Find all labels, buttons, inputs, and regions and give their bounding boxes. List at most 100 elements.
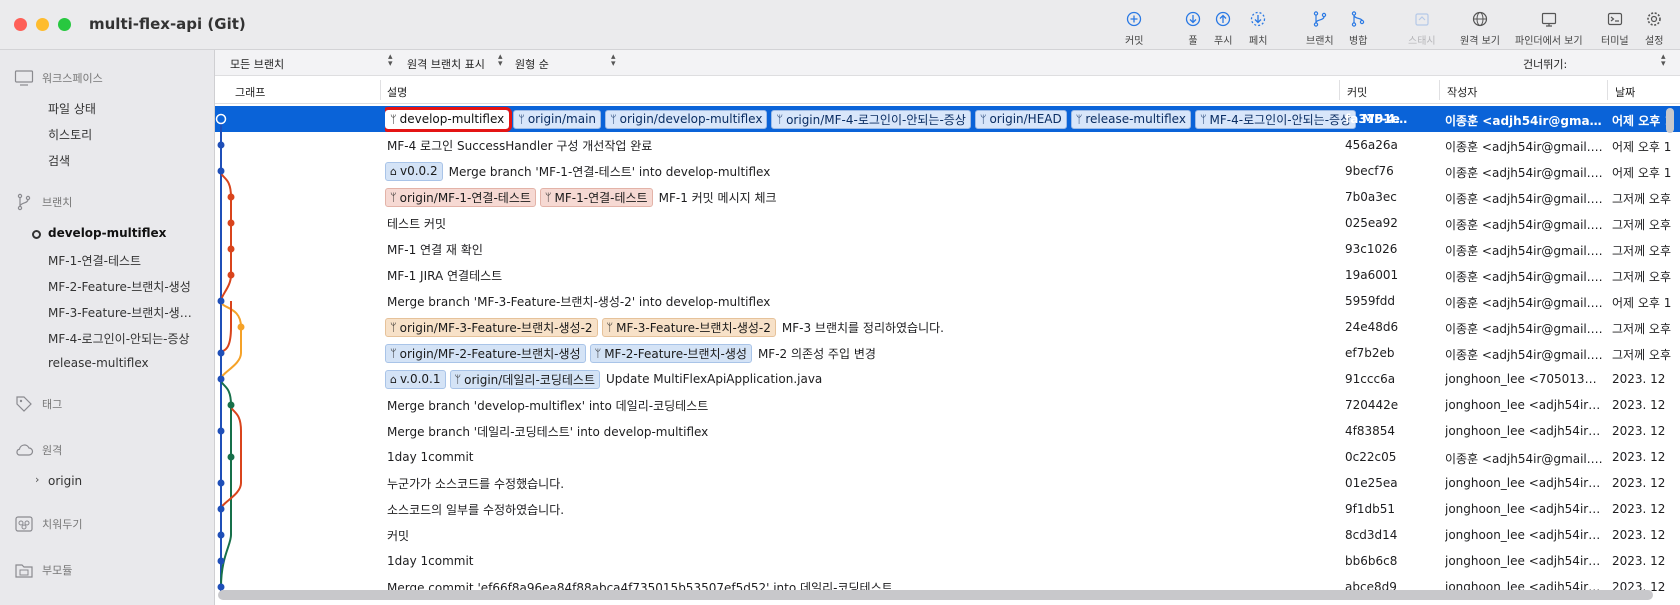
branch-filter-dropdown[interactable]: 모든 브랜치	[230, 56, 284, 72]
commit-date: 어제 오후 1	[1612, 296, 1672, 310]
branch-label[interactable]: ᛘ MF-2-Feature-브랜치-생성	[589, 343, 752, 363]
push-button[interactable]: 푸시	[1214, 10, 1232, 48]
sidebar-item-history[interactable]: 히스토리	[48, 126, 198, 143]
merge-button[interactable]: 병합	[1349, 10, 1367, 48]
commit-row[interactable]: ᛘ origin/MF-2-Feature-브랜치-생성 ᛘ MF-2-Feature…	[215, 340, 1680, 366]
minimize-window-button[interactable]	[36, 18, 49, 31]
terminal-icon	[1607, 12, 1622, 26]
sidebar-item-file-status[interactable]: 파일 상태	[48, 100, 198, 117]
horizontal-scrollbar[interactable]	[218, 590, 1653, 600]
fetch-icon	[1251, 11, 1266, 27]
sidebar-branch-mf4[interactable]: MF-4-로그인이-안되는-증상	[48, 330, 198, 347]
branch-label[interactable]: ᛘ develop-multiflex	[385, 106, 513, 132]
workspace-section-label: 워크스페이스	[42, 72, 103, 85]
commit-row[interactable]: ⌂ v.0.0.1 ᛘ origin/데일리-코딩테스트 Update MultiFle…	[215, 366, 1680, 392]
vertical-scrollbar[interactable]	[1666, 108, 1674, 133]
commit-row[interactable]: MF-1 JIRA 연결테스트 19a6001 이종훈 <adjh54ir@gmai…	[215, 262, 1680, 288]
commit-row[interactable]: ᛘ develop-multiflex ᛘ origin/main ᛘ origin/de…	[215, 106, 1680, 132]
remotes-section[interactable]: 원격	[14, 440, 62, 460]
branches-section[interactable]: 브랜치	[14, 192, 72, 212]
commit-row[interactable]: ᛘ origin/MF-3-Feature-브랜치-생성-2 ᛘ MF-3-Featu…	[215, 314, 1680, 340]
branch-button[interactable]: 브랜치	[1306, 10, 1334, 48]
jump-to-dropdown[interactable]: 건너뛰기:	[1523, 56, 1567, 72]
show-remote-button[interactable]: 원격 보기	[1460, 10, 1500, 48]
workspace-section[interactable]: 워크스페이스	[14, 68, 103, 88]
remote-branch-dropdown[interactable]: 원격 브랜치 표시	[407, 56, 485, 72]
stashes-section[interactable]: 치워두기	[14, 514, 82, 534]
column-graph[interactable]: 그래프	[235, 84, 265, 100]
commit-row[interactable]: 1day 1commit 0c22c05 이종훈 <adjh54ir@gmail.c…	[215, 444, 1680, 470]
commit-row[interactable]: 커밋 8cd3d14 jonghoon_lee <adjh54ir@… 2023. 1…	[215, 522, 1680, 548]
updown-chevron-icon: ▴ ▾	[611, 52, 616, 69]
sidebar-remote-origin[interactable]: origin	[48, 474, 198, 488]
ref-name: origin/MF-4-로그인이-안되는-증상	[786, 112, 966, 127]
commit-row[interactable]: ᛘ origin/MF-1-연결-테스트 ᛘ MF-1-연결-테스트 MF-1 커밋 메…	[215, 184, 1680, 210]
column-date[interactable]: 날짜	[1615, 84, 1635, 100]
commit-row[interactable]: Merge branch 'develop-multiflex' into 데일…	[215, 392, 1680, 418]
branch-label[interactable]: ᛘ release-multiflex	[1070, 109, 1191, 129]
branch-label[interactable]: ᛘ origin/HEAD	[974, 109, 1067, 129]
settings-button[interactable]: 설정	[1645, 10, 1663, 48]
show-in-finder-button[interactable]: 파인더에서 보기	[1515, 10, 1583, 48]
sidebar-branch-develop-multiflex[interactable]: develop-multiflex	[48, 226, 198, 240]
sidebar-branch-mf2[interactable]: MF-2-Feature-브랜치-생성	[48, 278, 198, 295]
ref-name: origin/develop-multiflex	[619, 112, 763, 126]
ref-name: MF-3-Feature-브랜치-생성-2	[616, 320, 771, 335]
submodules-section[interactable]: 부모듈	[14, 560, 72, 580]
branch-label[interactable]: ᛘ origin/MF-2-Feature-브랜치-생성	[385, 343, 586, 363]
commit-row[interactable]: 1day 1commit bb6b6c8 jonghoon_lee <adjh54i…	[215, 548, 1680, 574]
column-description[interactable]: 설명	[387, 84, 407, 100]
chevron-right-icon[interactable]: ›	[35, 473, 39, 486]
fetch-button[interactable]: 페치	[1249, 10, 1267, 48]
commit-hash: 7b0a3ec	[1345, 190, 1397, 204]
column-divider[interactable]	[1439, 80, 1440, 100]
column-divider[interactable]	[380, 80, 381, 100]
sort-order-dropdown[interactable]: 원형 순	[515, 56, 549, 72]
branch-label[interactable]: ᛘ origin/develop-multiflex	[605, 109, 768, 129]
zoom-window-button[interactable]	[58, 18, 71, 31]
commit-author: 이종훈 <adjh54ir@gmail.co…	[1445, 270, 1603, 284]
commit-row[interactable]: ⌂ v0.0.2 Merge branch 'MF-1-연결-테스트' into d…	[215, 158, 1680, 184]
sidebar-branch-release[interactable]: release-multiflex	[48, 356, 198, 370]
commit-hash: ef7b2eb	[1345, 346, 1395, 360]
sidebar-item-search[interactable]: 검색	[48, 152, 198, 169]
tags-section[interactable]: 태그	[14, 394, 62, 414]
stash-button[interactable]: 스태시	[1408, 10, 1436, 48]
commit-row[interactable]: MF-1 연결 재 확인 93c1026 이종훈 <adjh54ir@gmail.c…	[215, 236, 1680, 262]
branch-label[interactable]: ᛘ origin/main	[513, 109, 602, 129]
branch-label[interactable]: ᛘ origin/MF-1-연결-테스트	[385, 187, 536, 207]
gear-icon	[1647, 12, 1662, 26]
tag-label[interactable]: ⌂ v.0.0.1	[385, 369, 446, 389]
commit-row[interactable]: 소스코드의 일부를 수정하였습니다. 9f1db51 jonghoon_lee <a…	[215, 496, 1680, 522]
terminal-button[interactable]: 터미널	[1601, 10, 1629, 48]
branch-icon	[1313, 11, 1326, 27]
commit-row[interactable]: 누군가가 소스코드를 수정했습니다. 01e25ea jonghoon_lee <a…	[215, 470, 1680, 496]
commit-button[interactable]: 커밋	[1125, 10, 1143, 48]
tag-label[interactable]: ⌂ v0.0.2	[385, 161, 443, 181]
commit-hash: bb6b6c8	[1345, 554, 1398, 568]
branch-label[interactable]: ᛘ MF-4-로그인이-안되는-증상	[1194, 109, 1357, 129]
column-author[interactable]: 작성자	[1447, 84, 1477, 100]
commit-row[interactable]: Merge branch '데일리-코딩테스트' into develop-mu…	[215, 418, 1680, 444]
branch-label[interactable]: ᛘ origin/MF-3-Feature-브랜치-생성-2	[385, 317, 598, 337]
sidebar-branch-mf3[interactable]: MF-3-Feature-브랜치-생…	[48, 304, 198, 321]
column-divider[interactable]	[1607, 80, 1608, 100]
commit-message: Merge branch 'MF-3-Feature-브랜치-생성-2' int…	[387, 294, 771, 309]
branch-label[interactable]: ᛘ origin/MF-4-로그인이-안되는-증상	[771, 109, 971, 129]
commit-row[interactable]: 테스트 커밋 025ea92 이종훈 <adjh54ir@gmail.co… 그저께 …	[215, 210, 1680, 236]
branch-label[interactable]: ᛘ origin/데일리-코딩테스트	[449, 369, 600, 389]
commit-hash: 5959fdd	[1345, 294, 1395, 308]
pull-button[interactable]: 풀	[1184, 10, 1202, 48]
ref-name: origin/HEAD	[989, 112, 1062, 126]
branch-icon: ᛘ	[454, 372, 462, 386]
commit-row[interactable]: Merge branch 'MF-3-Feature-브랜치-생성-2' int…	[215, 288, 1680, 314]
branch-icon: ᛘ	[390, 190, 397, 204]
branch-label[interactable]: ᛘ MF-1-연결-테스트	[539, 187, 653, 207]
sidebar-branch-mf1[interactable]: MF-1-연결-테스트	[48, 252, 198, 269]
close-window-button[interactable]	[14, 18, 27, 31]
column-commit[interactable]: 커밋	[1347, 84, 1367, 100]
ref-name: MF-1-연결-테스트	[554, 190, 648, 205]
column-divider[interactable]	[1339, 80, 1340, 100]
commit-row[interactable]: MF-4 로그인 SuccessHandler 구성 개선작업 완료 456a26…	[215, 132, 1680, 158]
branch-label[interactable]: ᛘ MF-3-Feature-브랜치-생성-2	[601, 317, 776, 337]
